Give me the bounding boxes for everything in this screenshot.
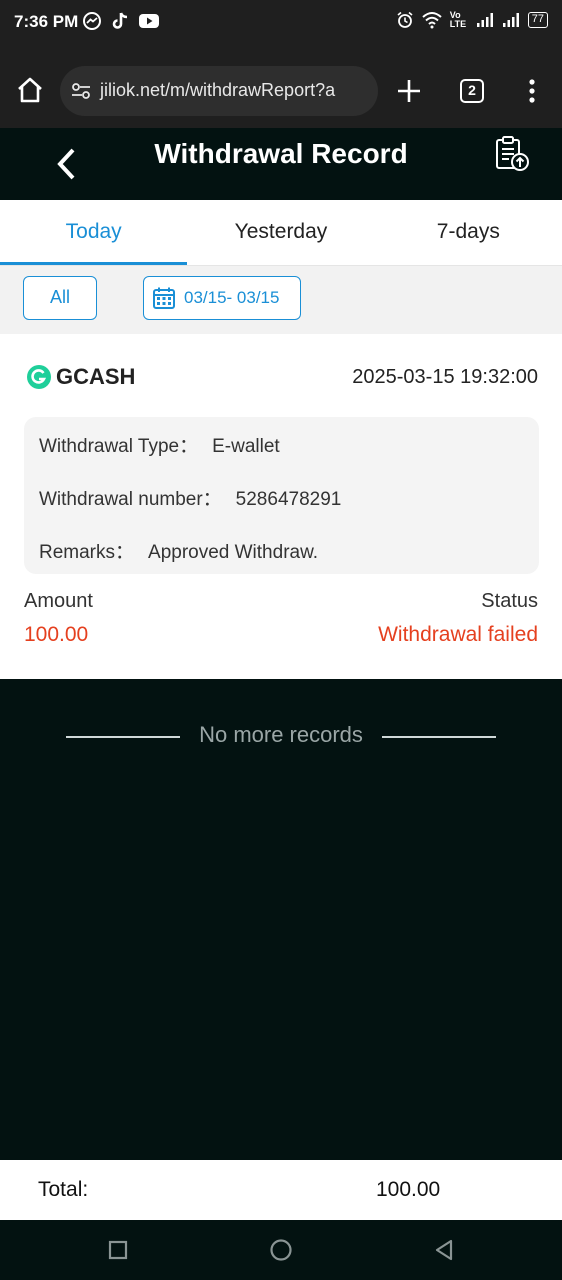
record-details: Withdrawal Type： E-wallet Withdrawal numb… <box>24 417 539 574</box>
home-icon[interactable] <box>14 74 46 106</box>
amount-label: Amount <box>24 590 93 612</box>
signal-icon <box>476 13 493 27</box>
tab-yesterday[interactable]: Yesterday <box>187 200 374 265</box>
youtube-icon <box>139 14 159 28</box>
date-tabs: Today Yesterday 7-days <box>0 200 562 266</box>
tiktok-icon <box>112 12 128 29</box>
battery-indicator: 77 <box>527 12 548 28</box>
withdrawal-type-label: Withdrawal Type： <box>39 436 199 457</box>
withdrawal-record-card[interactable]: GCASH 2025-03-15 19:32:00 Withdrawal Typ… <box>0 334 562 679</box>
nav-back-icon[interactable] <box>432 1238 456 1262</box>
page-title: Withdrawal Record <box>154 138 408 169</box>
date-range-label: 03/15- 03/15 <box>184 288 280 307</box>
withdrawal-type-row: Withdrawal Type： E-wallet <box>39 431 280 458</box>
withdrawal-number-label: Withdrawal number： <box>39 489 222 510</box>
alarm-icon <box>397 11 413 28</box>
total-bar: Total: 100.00 <box>0 1160 562 1220</box>
withdrawal-number-row: Withdrawal number： 5286478291 <box>39 484 341 511</box>
clipboard-upload-icon[interactable] <box>492 134 532 174</box>
list-end-indicator: No more records <box>0 720 562 750</box>
url-text[interactable]: jiliok.net/m/withdrawReport?a <box>100 80 335 101</box>
messenger-icon <box>83 12 101 30</box>
record-datetime: 2025-03-15 19:32:00 <box>352 366 538 388</box>
volte-icon: Vo LTE <box>449 10 467 29</box>
home-circle-icon[interactable] <box>269 1238 293 1262</box>
withdrawal-type-value: E-wallet <box>212 436 280 457</box>
amount-value: 100.00 <box>24 623 89 646</box>
more-menu-icon[interactable] <box>526 78 538 104</box>
status-time: 7:36 PM <box>14 12 79 31</box>
no-more-records-text: No more records <box>199 722 363 747</box>
signal-icon <box>502 13 519 27</box>
remarks-row: Remarks： Approved Withdraw. <box>39 537 318 564</box>
total-value: 100.00 <box>376 1178 441 1201</box>
calendar-icon <box>153 287 175 309</box>
withdrawal-number-value: 5286478291 <box>235 489 342 510</box>
site-settings-icon[interactable] <box>70 80 92 102</box>
status-bar: 7:36 PM Vo LTE 77 <box>0 0 562 46</box>
recents-icon[interactable] <box>106 1238 130 1262</box>
tab-today[interactable]: Today <box>0 200 188 265</box>
status-label: Status <box>481 590 538 612</box>
gcash-logo-icon <box>27 365 51 389</box>
payment-method: GCASH <box>56 364 136 389</box>
total-label: Total: <box>38 1178 89 1201</box>
tab-7-days[interactable]: 7-days <box>375 200 562 265</box>
system-nav-bar <box>0 1220 562 1280</box>
wifi-icon <box>422 12 442 29</box>
browser-toolbar: jiliok.net/m/withdrawReport?a 2 <box>0 46 562 128</box>
remarks-value: Approved Withdraw. <box>148 542 319 563</box>
tab-switcher-button[interactable]: 2 <box>460 79 484 103</box>
date-range-button[interactable]: 03/15- 03/15 <box>143 276 301 320</box>
app-header: Withdrawal Record <box>0 128 562 200</box>
filter-all-button[interactable]: All <box>23 276 97 320</box>
remarks-label: Remarks： <box>39 542 135 563</box>
filter-bar: All 03/15- 03/15 <box>0 266 562 334</box>
new-tab-icon[interactable] <box>396 78 422 104</box>
divider-line <box>382 736 496 738</box>
status-value: Withdrawal failed <box>378 623 538 646</box>
address-bar[interactable]: jiliok.net/m/withdrawReport?a <box>60 66 378 116</box>
